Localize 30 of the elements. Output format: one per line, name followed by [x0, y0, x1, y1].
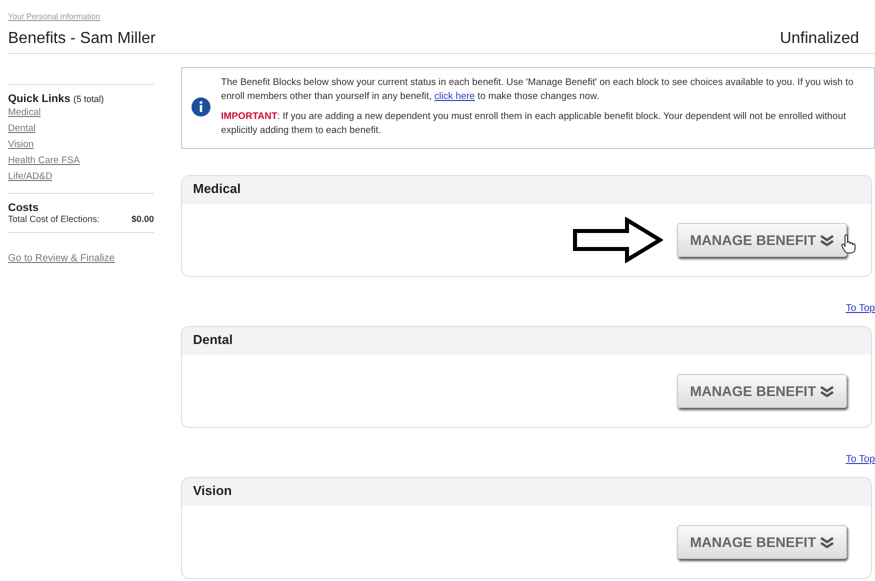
breadcrumb-link[interactable]: Your Personal Information — [8, 12, 100, 21]
quick-link[interactable]: Vision — [8, 137, 154, 153]
status-label: Unfinalized — [780, 30, 859, 48]
quick-links-heading: Quick Links (5 total) — [8, 93, 105, 105]
quick-link[interactable]: Health Care FSA — [8, 153, 154, 169]
to-top-link[interactable]: To Top — [846, 303, 875, 314]
cost-value: $0.00 — [131, 214, 154, 224]
review-link[interactable]: Go to Review & Finalize — [8, 251, 154, 267]
costs-heading: Costs — [8, 202, 40, 214]
to-top-link[interactable]: To Top — [846, 454, 875, 465]
block-title: Dental — [193, 332, 233, 349]
manage-benefit-button[interactable]: MANAGE BENEFIT — [677, 374, 847, 408]
important-text: IMPORTANT: If you are adding a new dependent you must enroll them in each applicable benefit block. Your dependent will not be enrolled without explicitly adding them to each benefit. — [221, 110, 847, 138]
quick-link[interactable]: Dental — [8, 121, 154, 137]
hand-cursor-icon — [841, 234, 857, 254]
block-title: Medical — [193, 181, 241, 198]
quick-link[interactable]: Medical — [8, 105, 154, 121]
notice-text: The Benefit Blocks below show your current status in each benefit. Use 'Manage Benefit' on each block to see choices available to you. If you wish to enroll members other than yourself in any benefit, click here to make those changes now. — [221, 76, 854, 104]
block-title: Vision — [193, 483, 232, 500]
page-title: Benefits - Sam Miller — [8, 30, 156, 48]
double-chevron-icon — [820, 536, 834, 548]
arrow-icon — [573, 217, 663, 263]
double-chevron-icon — [820, 234, 834, 246]
cost-label: Total Cost of Elections: — [8, 214, 100, 224]
click-here-link[interactable]: click here — [434, 91, 475, 102]
manage-benefit-button[interactable]: MANAGE BENEFIT — [677, 223, 847, 257]
double-chevron-icon — [820, 385, 834, 397]
manage-benefit-button[interactable]: MANAGE BENEFIT — [677, 525, 847, 559]
info-icon — [191, 97, 211, 117]
quick-link[interactable]: Life/AD&D — [8, 169, 154, 185]
